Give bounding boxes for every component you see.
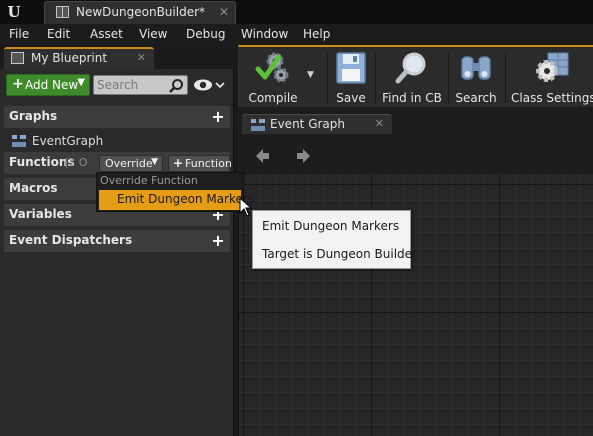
tab-event-graph[interactable]: Event Graph ✕ [242, 114, 392, 135]
menu-help[interactable]: Help [303, 27, 330, 41]
floppy-disk-icon [336, 52, 366, 84]
toolbar-separator [505, 53, 506, 103]
menu-bar: File Edit Asset View Debug Window Help [0, 24, 593, 45]
search-input[interactable] [97, 77, 167, 93]
functions-section-header[interactable]: Functions (1 O Override ▼ + Function [4, 152, 232, 174]
class-settings-button[interactable]: Class Settings [511, 50, 593, 106]
close-icon[interactable]: ✕ [375, 117, 384, 130]
variables-section-label: Variables [9, 207, 72, 221]
override-dropdown-header: Override Function [100, 174, 198, 187]
arrow-left-icon[interactable] [253, 147, 271, 165]
chevron-down-icon: ▼ [307, 70, 314, 80]
mouse-cursor-icon [239, 197, 253, 217]
my-blueprint-tab-label: My Blueprint [31, 51, 108, 65]
compile-button[interactable]: Compile [242, 50, 304, 106]
graph-nav-strip [238, 134, 593, 174]
search-button[interactable]: Search [452, 50, 500, 106]
graph-canvas[interactable] [238, 134, 593, 436]
event-dispatchers-section-header[interactable]: Event Dispatchers + [4, 230, 230, 252]
tooltip: Emit Dungeon Markers Target is Dungeon B… [252, 210, 417, 269]
panel-tab-bar: My Blueprint ✕ [0, 45, 234, 69]
plus-icon: + [173, 156, 184, 170]
add-new-button[interactable]: + Add New ▼ [6, 74, 90, 96]
save-button[interactable]: Save [331, 50, 371, 106]
override-item-emit-dungeon-markers[interactable]: Emit Dungeon Markers [99, 190, 254, 210]
menu-view[interactable]: View [139, 27, 167, 41]
chevron-down-icon: ▼ [151, 157, 158, 167]
override-button[interactable]: Override ▼ [99, 155, 163, 172]
compile-options-button[interactable]: ▼ [305, 50, 319, 106]
blueprint-editor-window: U NewDungeonBuilder* ✕ File Edit Asset V… [0, 0, 593, 436]
gears-check-icon [255, 52, 289, 83]
document-tab-label: NewDungeonBuilder* [76, 5, 206, 19]
compile-label: Compile [248, 91, 298, 105]
search-field[interactable] [93, 75, 188, 95]
add-graph-button[interactable]: + [210, 109, 226, 125]
title-bar: U NewDungeonBuilder* ✕ [0, 0, 593, 24]
toolbar-separator [448, 53, 449, 103]
tooltip-title: Emit Dungeon Markers [262, 219, 400, 233]
menu-asset[interactable]: Asset [90, 27, 123, 41]
gear-grid-icon [536, 52, 569, 82]
close-icon[interactable]: ✕ [219, 5, 229, 19]
graph-item-label: EventGraph [32, 134, 104, 148]
binoculars-icon [461, 56, 491, 80]
my-blueprint-tab[interactable]: My Blueprint ✕ [4, 47, 154, 69]
event-graph-icon [251, 119, 265, 131]
tooltip-target: Target is Dungeon Builder [262, 247, 417, 261]
function-label: Function [185, 157, 232, 170]
find-in-cb-button[interactable]: Find in CB [380, 50, 444, 106]
macros-section-label: Macros [9, 181, 58, 195]
chevron-down-icon: ▼ [77, 77, 85, 88]
add-new-label: Add New [25, 78, 79, 92]
graphs-section-label: Graphs [9, 109, 58, 123]
blueprint-book-icon [56, 6, 69, 18]
functions-count: (1 O [64, 156, 88, 169]
plus-icon: + [12, 76, 24, 92]
search-label: Search [455, 91, 497, 105]
magnifier-icon [395, 52, 426, 84]
save-label: Save [336, 91, 366, 105]
override-label: Override [105, 157, 153, 170]
override-item-label: Emit Dungeon Markers [117, 192, 255, 206]
arrow-right-icon[interactable] [295, 147, 313, 165]
search-icon[interactable] [168, 78, 184, 94]
blueprint-book-icon [11, 52, 24, 64]
toolbar-separator [375, 53, 376, 103]
add-function-button[interactable]: + Function [168, 155, 232, 172]
menu-edit[interactable]: Edit [47, 27, 70, 41]
my-blueprint-panel: My Blueprint ✕ + Add New ▼ Graphs + [0, 45, 234, 436]
eye-icon[interactable] [193, 76, 225, 94]
override-function-dropdown: Override Function Emit Dungeon Markers [96, 172, 254, 212]
graph-tab-bar: Event Graph ✕ [238, 107, 593, 135]
unreal-logo-icon[interactable]: U [3, 2, 25, 22]
document-tab[interactable]: NewDungeonBuilder* ✕ [44, 1, 236, 24]
find-in-cb-label: Find in CB [382, 91, 442, 105]
graphs-section-header[interactable]: Graphs + [4, 106, 230, 128]
event-graph-tab-label: Event Graph [270, 117, 345, 131]
add-event-dispatcher-button[interactable]: + [210, 233, 226, 249]
event-graph-icon [12, 135, 26, 147]
menu-debug[interactable]: Debug [186, 27, 225, 41]
menu-file[interactable]: File [9, 27, 29, 41]
class-settings-label: Class Settings [511, 91, 593, 105]
toolbar-separator [327, 53, 328, 103]
blueprint-toolbar: Compile ▼ Save Find in CB Search Class S… [238, 45, 593, 107]
close-icon[interactable]: ✕ [137, 51, 146, 64]
menu-window[interactable]: Window [241, 27, 288, 41]
event-dispatchers-section-label: Event Dispatchers [9, 233, 133, 247]
